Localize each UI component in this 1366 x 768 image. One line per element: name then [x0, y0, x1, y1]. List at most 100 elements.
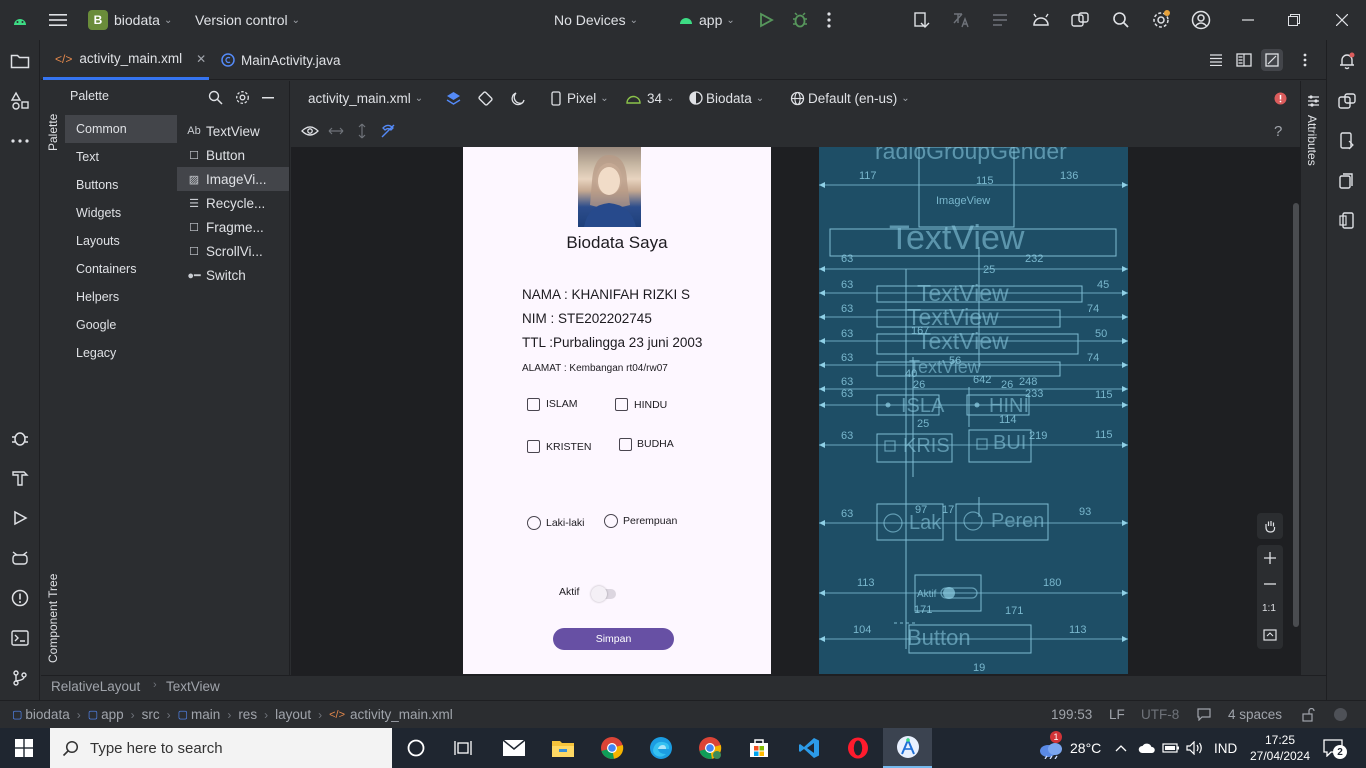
weather-widget[interactable]: 1 28°C: [1038, 728, 1101, 768]
palette-item-button[interactable]: ☐ Button: [177, 143, 289, 167]
device-selector-design[interactable]: Pixel ⌄: [551, 81, 609, 115]
more-actions-button[interactable]: [827, 0, 831, 40]
more-tools-button[interactable]: [8, 129, 32, 153]
palette-category-text[interactable]: Text: [65, 143, 177, 171]
notification-center-button[interactable]: 2: [1323, 728, 1347, 768]
tab-main-activity[interactable]: MainActivity.java: [221, 40, 341, 80]
profile-photo[interactable]: [578, 147, 641, 227]
app-quality-button[interactable]: [8, 426, 32, 450]
file-explorer-button[interactable]: [543, 732, 583, 764]
vscode-button[interactable]: [789, 732, 829, 764]
run-button[interactable]: [758, 0, 774, 40]
start-button[interactable]: [4, 732, 44, 764]
memory-indicator[interactable]: [1334, 701, 1347, 728]
palette-category-containers[interactable]: Containers: [65, 255, 177, 283]
volume-icon[interactable]: [1186, 728, 1204, 768]
line-separator[interactable]: LF: [1109, 701, 1125, 728]
problems-button[interactable]: [8, 586, 32, 610]
design-surface-button[interactable]: [445, 81, 462, 115]
device-mirroring-button[interactable]: [1335, 209, 1359, 233]
device-selector[interactable]: No Devices ⌄: [554, 0, 638, 40]
design-canvas[interactable]: Biodata Saya NAMA : KHANIFAH RIZKI S NIM…: [291, 147, 1300, 675]
path-segment[interactable]: res: [238, 707, 257, 722]
issues-button[interactable]: [1274, 81, 1287, 115]
sync-project-button[interactable]: [912, 0, 930, 40]
palette-item-fragme[interactable]: ☐ Fragme...: [177, 215, 289, 239]
path-segment[interactable]: main: [191, 707, 220, 722]
project-selector[interactable]: B biodata ⌄: [88, 0, 172, 40]
opera-button[interactable]: [838, 732, 878, 764]
switch-track[interactable]: [591, 586, 616, 602]
layout-preview[interactable]: Biodata Saya NAMA : KHANIFAH RIZKI S NIM…: [463, 147, 771, 674]
split-view-button[interactable]: [1236, 40, 1252, 80]
input-language[interactable]: IND: [1214, 728, 1237, 768]
checkbox-kristen[interactable]: [527, 440, 540, 453]
checkbox-islam[interactable]: [527, 398, 540, 411]
palette-category-google[interactable]: Google: [65, 311, 177, 339]
close-window-button[interactable]: [1336, 0, 1348, 40]
chrome-button[interactable]: [592, 732, 632, 764]
help-button[interactable]: ?: [1274, 115, 1282, 147]
palette-side-tab[interactable]: Palette: [46, 91, 60, 151]
account-button[interactable]: [1191, 0, 1211, 40]
run-tool-button[interactable]: [8, 506, 32, 530]
pan-button[interactable]: [1257, 513, 1283, 539]
notifications-button[interactable]: [1335, 49, 1359, 73]
radio-perempuan[interactable]: [604, 514, 618, 528]
breadcrumb-item[interactable]: RelativeLayout: [51, 679, 140, 694]
orientation-button[interactable]: [477, 81, 494, 115]
debug-button[interactable]: [792, 0, 808, 40]
file-selector[interactable]: activity_main.xml ⌄: [308, 81, 423, 115]
layout-inspector-button[interactable]: [991, 0, 1009, 40]
minimize-button[interactable]: [1242, 0, 1254, 40]
theme-selector[interactable]: Biodata ⌄: [689, 81, 764, 115]
api-level-selector[interactable]: 34 ⌄: [626, 81, 674, 115]
editor-options-button[interactable]: [1303, 40, 1307, 80]
mail-app-button[interactable]: [494, 732, 534, 764]
palette-item-recycle[interactable]: ☰ Recycle...: [177, 191, 289, 215]
night-mode-button[interactable]: [511, 81, 526, 115]
simpan-button[interactable]: Simpan: [553, 628, 674, 650]
checkbox-budha[interactable]: [619, 438, 632, 451]
android-studio-taskbar-button[interactable]: [883, 728, 932, 768]
caret-position[interactable]: 199:53: [1051, 701, 1092, 728]
chrome-profile-button[interactable]: [690, 732, 730, 764]
palette-category-buttons[interactable]: Buttons: [65, 171, 177, 199]
taskbar-search[interactable]: Type here to search: [50, 728, 392, 768]
palette-category-widgets[interactable]: Widgets: [65, 199, 177, 227]
task-view-button[interactable]: [444, 732, 484, 764]
path-segment[interactable]: biodata: [25, 707, 69, 722]
locale-selector[interactable]: Default (en-us) ⌄: [790, 81, 910, 115]
terminal-button[interactable]: [8, 626, 32, 650]
palette-category-layouts[interactable]: Layouts: [65, 227, 177, 255]
search-everywhere-button[interactable]: [1112, 0, 1130, 40]
palette-search-button[interactable]: [208, 90, 223, 105]
settings-button[interactable]: [1151, 0, 1171, 40]
file-encoding[interactable]: UTF-8: [1141, 701, 1179, 728]
edge-button[interactable]: [641, 732, 681, 764]
palette-category-legacy[interactable]: Legacy: [65, 339, 177, 367]
show-hidden-icons-button[interactable]: [1115, 728, 1127, 768]
path-segment[interactable]: src: [142, 707, 160, 722]
run-config-selector[interactable]: app ⌄: [679, 0, 735, 40]
battery-icon[interactable]: [1162, 728, 1180, 768]
clear-constraints-button[interactable]: [380, 115, 396, 147]
palette-item-switch[interactable]: ●━ Switch: [177, 263, 289, 287]
translate-button[interactable]: [952, 0, 970, 40]
palette-settings-button[interactable]: [235, 90, 250, 105]
device-manager-button[interactable]: [1031, 0, 1051, 40]
logcat-button[interactable]: [8, 546, 32, 570]
palette-category-common[interactable]: Common: [65, 115, 177, 143]
onedrive-icon[interactable]: [1138, 728, 1156, 768]
running-devices-button[interactable]: [1070, 0, 1090, 40]
cortana-button[interactable]: [396, 732, 436, 764]
view-options-button[interactable]: [301, 115, 319, 147]
palette-item-textview[interactable]: Ab TextView: [177, 119, 289, 143]
project-tool-button[interactable]: [8, 49, 32, 73]
zoom-out-button[interactable]: [1263, 577, 1277, 591]
running-devices-tool-button[interactable]: [1335, 89, 1359, 113]
device-file-explorer-button[interactable]: [1335, 129, 1359, 153]
emulator-button[interactable]: [1335, 169, 1359, 193]
vcs-menu[interactable]: Version control ⌄: [195, 0, 300, 40]
code-view-button[interactable]: [1209, 40, 1223, 80]
